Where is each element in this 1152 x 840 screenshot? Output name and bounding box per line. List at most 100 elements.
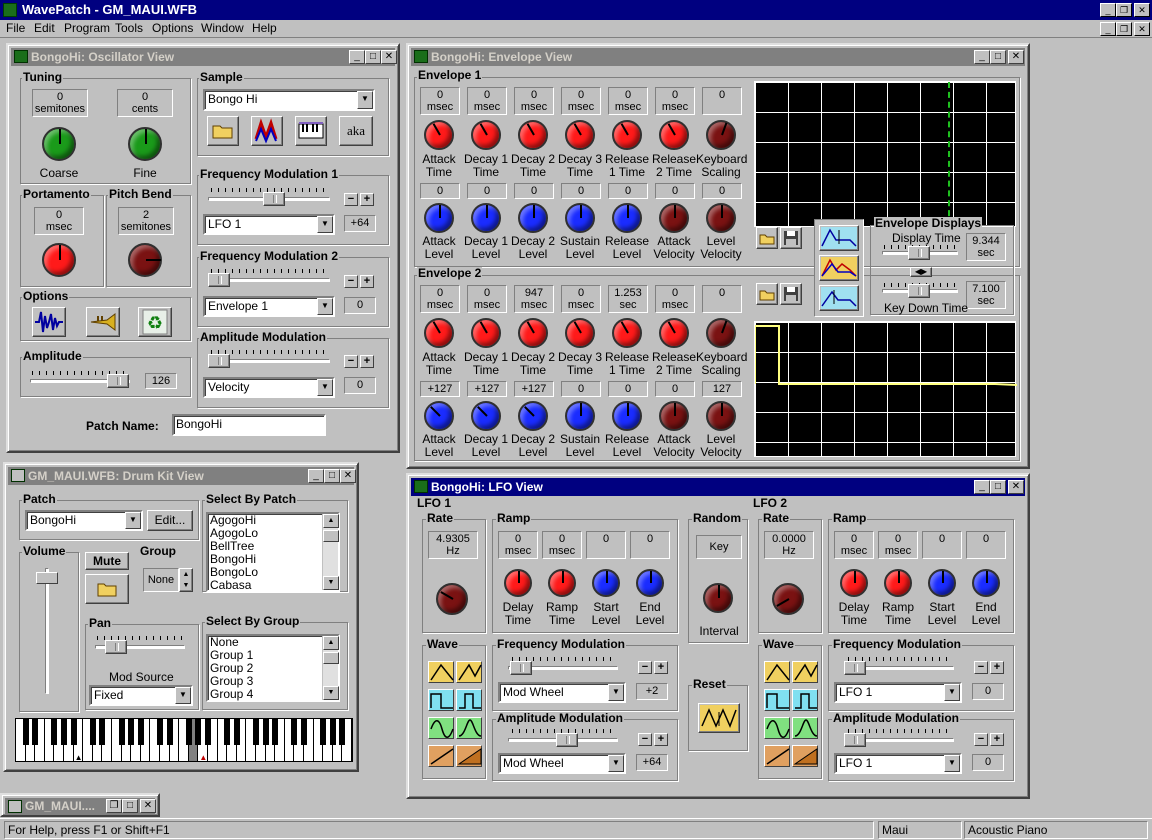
list-item[interactable]: Group 4	[208, 688, 338, 701]
minimized-close-button[interactable]: ✕	[140, 799, 156, 813]
doc-minimize-button[interactable]: _	[1100, 22, 1116, 36]
env2-save-icon[interactable]	[780, 283, 802, 305]
display-time-slider-thumb[interactable]	[908, 246, 930, 260]
triangle-wave-icon[interactable]	[428, 661, 454, 683]
chevron-down-icon[interactable]: ▼	[317, 216, 333, 233]
lfo2-ramp-knob[interactable]	[928, 569, 956, 597]
black-key[interactable]	[118, 719, 125, 745]
fm2-source-select[interactable]: Envelope 1 ▼	[203, 296, 335, 317]
lfo2-am-minus-button[interactable]: −	[974, 733, 988, 746]
envelope2-display[interactable]	[754, 321, 1017, 457]
fm1-minus-button[interactable]: −	[344, 193, 358, 206]
lfo2-ramp-knob[interactable]	[884, 569, 912, 597]
scroll-down-icon[interactable]: ▼	[323, 686, 339, 700]
coarse-knob[interactable]	[42, 127, 76, 161]
black-key[interactable]	[32, 719, 39, 745]
lfo1-ramp-knob[interactable]	[548, 569, 576, 597]
lfo1-ramp-knob[interactable]	[504, 569, 532, 597]
doc-restore-button[interactable]: ❐	[1116, 22, 1132, 36]
env1-time-knob[interactable]	[471, 120, 501, 150]
menu-program[interactable]: Program	[62, 21, 112, 35]
black-key[interactable]	[339, 719, 346, 745]
env2-level-knob[interactable]	[659, 401, 689, 431]
env1-level-knob[interactable]	[471, 203, 501, 233]
menu-file[interactable]: File	[4, 21, 27, 35]
fm2-slider-thumb[interactable]	[208, 273, 230, 287]
lfo2-ramp-knob[interactable]	[840, 569, 868, 597]
sample-edit-icon[interactable]	[251, 116, 283, 146]
black-key[interactable]	[157, 719, 163, 745]
env2-display-mode-icon[interactable]	[819, 285, 859, 311]
black-key[interactable]	[262, 719, 269, 745]
lfo1-am-slider-thumb[interactable]	[556, 733, 579, 747]
env-maximize-button[interactable]: □	[990, 50, 1006, 64]
zoom-arrows-icon[interactable]: ◀▶	[910, 267, 932, 277]
scroll-down-icon[interactable]: ▼	[323, 576, 339, 590]
osc-maximize-button[interactable]: □	[365, 50, 381, 64]
pan-slider-thumb[interactable]	[105, 640, 127, 654]
drum-minimize-button[interactable]: _	[308, 469, 324, 483]
env2-level-knob[interactable]	[424, 401, 454, 431]
scroll-thumb[interactable]	[323, 652, 339, 664]
triangle-wave-icon[interactable]	[764, 661, 790, 683]
app-minimize-button[interactable]: _	[1100, 3, 1116, 17]
fine-knob[interactable]	[128, 127, 162, 161]
key-down-slider-thumb[interactable]	[908, 284, 930, 298]
black-key[interactable]	[22, 719, 29, 745]
doc-close-button[interactable]: ✕	[1134, 22, 1150, 36]
lfo1-fm-plus-button[interactable]: +	[654, 661, 668, 674]
lfo-maximize-button[interactable]: □	[990, 480, 1006, 494]
pulse-wave-icon[interactable]	[456, 689, 482, 711]
minimized-maximize-button[interactable]: □	[122, 799, 138, 813]
saw-up-wave-icon[interactable]	[428, 745, 454, 767]
osc-minimize-button[interactable]: _	[349, 50, 365, 64]
edit-button[interactable]: Edit...	[147, 510, 193, 531]
interval-knob[interactable]	[703, 583, 733, 613]
lfo1-am-source-select[interactable]: Mod Wheel ▼	[498, 753, 626, 774]
menu-tools[interactable]: Tools	[113, 21, 145, 35]
env2-time-knob[interactable]	[612, 318, 642, 348]
group-spinner[interactable]: ▲ ▼	[179, 568, 193, 592]
lfo2-fm-minus-button[interactable]: −	[974, 661, 988, 674]
bell-wave-icon[interactable]	[456, 717, 482, 739]
sample-select[interactable]: Bongo Hi ▼	[203, 89, 375, 111]
env1-display-mode-icon[interactable]	[819, 225, 859, 251]
fm1-slider-thumb[interactable]	[263, 192, 285, 206]
menu-window[interactable]: Window	[199, 21, 246, 35]
drum-maximize-button[interactable]: □	[324, 469, 340, 483]
pitchbend-knob[interactable]	[128, 243, 162, 277]
menu-edit[interactable]: Edit	[32, 21, 57, 35]
black-key[interactable]	[185, 719, 192, 745]
chevron-down-icon[interactable]: ▼	[125, 512, 141, 529]
lfo2-fm-slider-thumb[interactable]	[844, 661, 866, 675]
env2-level-knob[interactable]	[518, 401, 548, 431]
lfo2-am-plus-button[interactable]: +	[990, 733, 1004, 746]
env2-level-knob[interactable]	[565, 401, 595, 431]
fm1-plus-button[interactable]: +	[360, 193, 374, 206]
lfo2-am-slider-thumb[interactable]	[844, 733, 866, 747]
env2-time-knob[interactable]	[565, 318, 595, 348]
am-slider-thumb[interactable]	[208, 354, 230, 368]
fm2-plus-button[interactable]: +	[360, 275, 374, 288]
chevron-down-icon[interactable]: ▼	[608, 755, 624, 772]
app-restore-button[interactable]: ❐	[1116, 3, 1132, 17]
black-key[interactable]	[205, 719, 211, 745]
list-item[interactable]: Cabasa	[208, 579, 338, 592]
osc-close-button[interactable]: ✕	[381, 50, 397, 64]
env1-time-knob[interactable]	[612, 120, 642, 150]
sine-wave-icon[interactable]	[428, 717, 454, 739]
app-close-button[interactable]: ✕	[1134, 3, 1150, 17]
patch-list[interactable]: AgogoHi AgogoLo BellTree BongoHi BongoLo Caba…	[206, 512, 340, 592]
scroll-thumb[interactable]	[323, 530, 339, 542]
env1-time-knob[interactable]	[706, 120, 736, 150]
env1-save-icon[interactable]	[780, 227, 802, 249]
square-wave-icon[interactable]	[764, 689, 790, 711]
lfo-close-button[interactable]: ✕	[1008, 480, 1024, 494]
black-key[interactable]	[233, 719, 240, 745]
scroll-up-icon[interactable]: ▲	[323, 636, 339, 650]
lfo2-am-source-select[interactable]: LFO 1 ▼	[834, 753, 962, 774]
app-icon[interactable]	[3, 3, 17, 17]
recycle-icon[interactable]: ♻	[138, 307, 172, 337]
env2-time-knob[interactable]	[471, 318, 501, 348]
env1-level-knob[interactable]	[424, 203, 454, 233]
